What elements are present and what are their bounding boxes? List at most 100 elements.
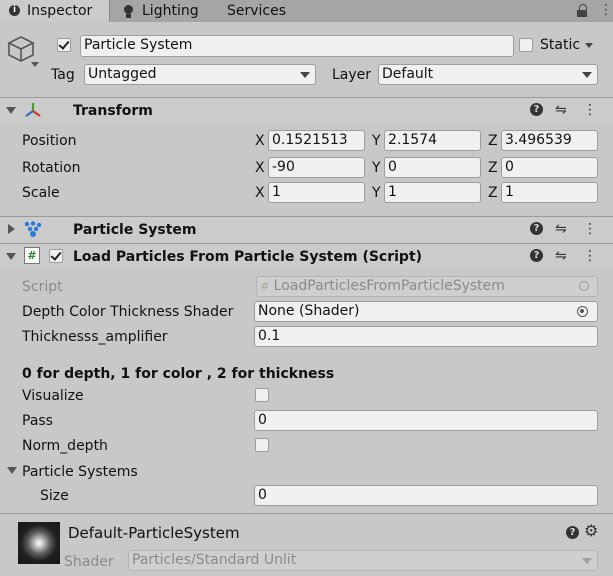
help-icon[interactable]: ? xyxy=(566,526,579,539)
layer-value: Default xyxy=(382,66,434,82)
scale-z-label[interactable]: Z xyxy=(488,184,498,202)
chevron-down-icon xyxy=(582,72,592,78)
gear-icon[interactable]: ⚙ xyxy=(584,522,598,540)
pass-label: Pass xyxy=(22,413,53,429)
help-icon[interactable]: ? xyxy=(530,249,543,262)
particle-systems-label[interactable]: Particle Systems xyxy=(22,463,138,481)
rotation-z-field[interactable]: 0 xyxy=(501,157,598,178)
tab-bar: i Inspector Lighting Services ⋮ xyxy=(0,0,613,23)
script-value: LoadParticlesFromParticleSystem xyxy=(273,278,505,294)
script-component-header[interactable]: # Load Particles From Particle System (S… xyxy=(0,243,613,269)
scale-z-field[interactable]: 1 xyxy=(501,182,598,203)
more-options-icon[interactable]: ⋮ xyxy=(583,102,597,118)
script-hash-small-icon: # xyxy=(260,280,270,293)
foldout-arrow-icon[interactable] xyxy=(8,224,15,234)
rotation-y-label[interactable]: Y xyxy=(372,159,381,177)
shader-value: None (Shader) xyxy=(258,303,360,319)
object-name-field[interactable]: Particle System xyxy=(80,35,514,57)
visualize-label: Visualize xyxy=(22,388,84,404)
rotation-label: Rotation xyxy=(22,160,81,176)
norm-depth-checkbox[interactable] xyxy=(255,438,269,452)
position-label: Position xyxy=(22,133,77,149)
size-label: Size xyxy=(40,488,69,504)
foldout-arrow-icon[interactable] xyxy=(6,107,16,114)
shader-field[interactable]: None (Shader) xyxy=(254,301,598,322)
position-y-field[interactable]: 2.1574 xyxy=(384,130,481,151)
size-field[interactable]: 0 xyxy=(254,485,598,506)
thickness-label: Thicknesss_amplifier xyxy=(22,329,168,345)
pass-field[interactable]: 0 xyxy=(254,410,598,431)
tab-label: Services xyxy=(227,3,287,19)
shader-label: Depth Color Thickness Shader xyxy=(22,304,234,320)
tab-inspector[interactable]: i Inspector xyxy=(0,0,110,22)
position-x-field[interactable]: 0.1521513 xyxy=(268,130,365,151)
position-x-label[interactable]: X xyxy=(255,132,265,150)
tab-label: Lighting xyxy=(142,3,199,19)
tag-value: Untagged xyxy=(88,66,157,82)
chevron-down-icon xyxy=(300,72,310,78)
section-header: 0 for depth, 1 for color , 2 for thickne… xyxy=(22,366,335,382)
tab-label: Inspector xyxy=(27,3,93,19)
chevron-down-icon xyxy=(582,558,592,564)
tag-dropdown[interactable]: Untagged xyxy=(84,64,316,85)
script-hash-icon: # xyxy=(24,247,40,264)
help-icon[interactable]: ? xyxy=(530,103,543,116)
script-field: # LoadParticlesFromParticleSystem xyxy=(256,276,598,297)
scale-x-field[interactable]: 1 xyxy=(268,182,365,203)
rotation-x-field[interactable]: -90 xyxy=(268,157,365,178)
material-shader-value: Particles/Standard Unlit xyxy=(132,552,297,568)
presets-icon[interactable]: ⇋ xyxy=(555,248,567,264)
presets-icon[interactable]: ⇋ xyxy=(555,221,567,237)
more-menu-icon[interactable]: ⋮ xyxy=(599,3,613,17)
static-label: Static xyxy=(540,37,581,53)
scale-y-field[interactable]: 1 xyxy=(384,182,481,203)
layer-label: Layer xyxy=(332,67,372,83)
script-label: Script xyxy=(22,279,63,295)
active-checkbox[interactable] xyxy=(57,38,71,52)
foldout-arrow-icon[interactable] xyxy=(6,253,16,260)
norm-depth-label: Norm_depth xyxy=(22,438,108,454)
rotation-y-field[interactable]: 0 xyxy=(384,157,481,178)
particle-system-icon xyxy=(24,221,42,242)
tag-label: Tag xyxy=(51,67,75,83)
help-icon[interactable]: ? xyxy=(530,222,543,235)
material-preview xyxy=(18,522,60,564)
rotation-z-label[interactable]: Z xyxy=(488,159,498,177)
info-icon: i xyxy=(9,5,20,16)
presets-icon[interactable]: ⇋ xyxy=(555,102,567,118)
object-picker-icon xyxy=(579,281,589,291)
scale-label: Scale xyxy=(22,185,60,201)
transform-icon xyxy=(24,102,42,122)
rotation-x-label[interactable]: X xyxy=(255,159,265,177)
static-checkbox[interactable] xyxy=(519,38,533,52)
inspector-panel: Particle System Static Tag Untagged Laye… xyxy=(0,22,613,576)
particle-system-title: Particle System xyxy=(73,222,197,238)
transform-header[interactable]: Transform ? ⇋ ⋮ xyxy=(0,97,613,123)
scale-y-label[interactable]: Y xyxy=(372,184,381,202)
material-separator xyxy=(0,513,613,514)
script-enabled-checkbox[interactable] xyxy=(49,249,63,263)
lock-icon[interactable] xyxy=(577,4,587,17)
more-options-icon[interactable]: ⋮ xyxy=(583,248,597,264)
lightbulb-base xyxy=(126,14,131,18)
material-shader-label: Shader xyxy=(64,554,114,570)
layer-dropdown[interactable]: Default xyxy=(378,64,598,85)
material-name: Default-ParticleSystem xyxy=(68,524,240,542)
particle-systems-foldout-icon[interactable] xyxy=(7,467,17,474)
visualize-checkbox[interactable] xyxy=(255,388,269,402)
position-y-label[interactable]: Y xyxy=(372,132,381,150)
transform-title: Transform xyxy=(73,103,153,119)
object-picker-icon[interactable] xyxy=(577,306,588,317)
particle-system-header[interactable]: Particle System ? ⇋ ⋮ xyxy=(0,216,613,242)
scale-x-label[interactable]: X xyxy=(255,184,265,202)
static-dropdown-arrow[interactable] xyxy=(585,43,593,48)
script-component-title: Load Particles From Particle System (Scr… xyxy=(73,249,423,265)
tab-lighting[interactable]: Lighting xyxy=(110,0,210,22)
lightbulb-icon xyxy=(124,5,133,14)
position-z-field[interactable]: 3.496539 xyxy=(501,130,598,151)
position-z-label[interactable]: Z xyxy=(488,132,498,150)
thickness-field[interactable]: 0.1 xyxy=(254,326,598,347)
more-options-icon[interactable]: ⋮ xyxy=(583,221,597,237)
tab-services[interactable]: Services xyxy=(213,0,303,22)
icon-dropdown-arrow[interactable] xyxy=(31,62,39,67)
